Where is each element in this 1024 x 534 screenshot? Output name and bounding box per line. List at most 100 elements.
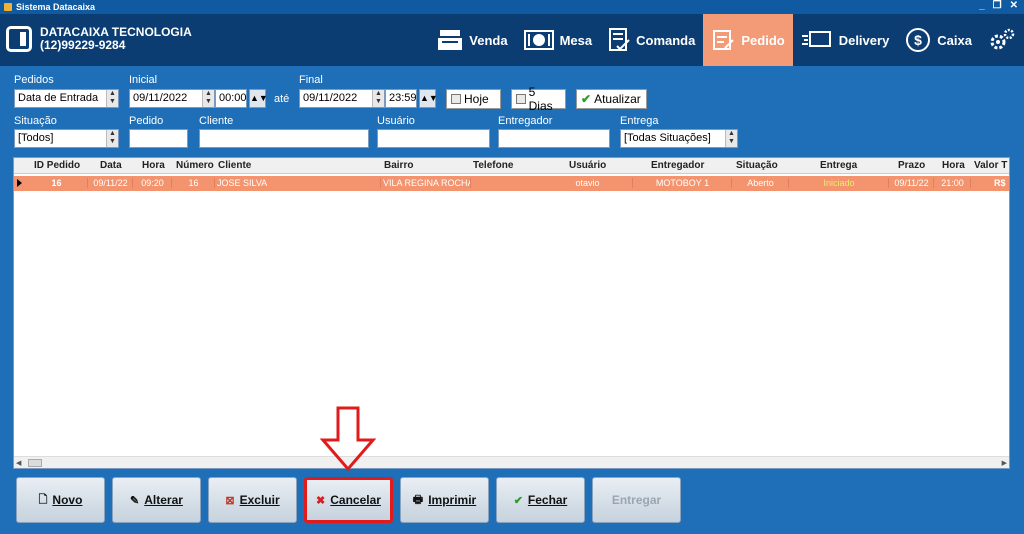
entrega-label: Entrega — [620, 115, 659, 127]
horizontal-scrollbar[interactable]: ◀ ▶ — [14, 456, 1009, 468]
fechar-label: Fechar — [527, 493, 568, 507]
situacao-select[interactable]: [Todos] ▲ ▼ — [14, 129, 119, 148]
cliente-input[interactable] — [199, 129, 369, 148]
table-icon — [523, 30, 554, 50]
nav-delivery[interactable]: Delivery — [793, 14, 898, 66]
novo-button[interactable]: 🗋 Novo — [16, 477, 105, 523]
checklist-icon — [609, 28, 630, 51]
window-title: Sistema Datacaixa — [16, 2, 96, 12]
table-row[interactable]: 16 09/11/22 09:20 16 JOSE SILVA VILA REG… — [14, 176, 1009, 191]
situacao-label: Situação — [14, 115, 57, 127]
nav-comanda-label: Comanda — [636, 32, 696, 48]
brand: DATACAIXA TECNOLOGIA (12)99229-9284 — [6, 26, 192, 52]
pedido-label: Pedido — [129, 115, 164, 127]
final-time-value: 23:59 — [389, 92, 417, 104]
usuario-input[interactable] — [377, 129, 490, 148]
col-telefone[interactable]: Telefone — [473, 160, 513, 171]
hoje-button[interactable]: Hoje — [446, 89, 501, 109]
col-usuario[interactable]: Usuário — [569, 160, 606, 171]
inicial-date-spin-icon: ▲ ▼ — [202, 90, 214, 107]
col-cliente[interactable]: Cliente — [218, 160, 251, 171]
cell-usuario: otavio — [543, 178, 633, 188]
nav-pedido-label: Pedido — [741, 32, 785, 48]
nav-venda[interactable]: Venda — [429, 14, 515, 66]
inicial-time-value: 00:00 — [219, 92, 247, 104]
minimize-button[interactable]: _ — [979, 0, 985, 11]
atualizar-label: Atualizar — [594, 92, 641, 106]
print-icon: 🖶 — [412, 493, 424, 506]
orders-grid[interactable]: ID Pedido Data Hora Número Cliente Bairr… — [13, 157, 1010, 469]
nav-pedido[interactable]: Pedido — [703, 14, 793, 66]
cell-valor: R$ — [994, 178, 1006, 188]
pedidos-label: Pedidos — [14, 74, 54, 86]
final-date-input[interactable]: 09/11/2022 ▲ ▼ — [299, 89, 385, 108]
nav-caixa[interactable]: $ Caixa — [897, 14, 980, 66]
cash-register-icon — [438, 30, 463, 50]
col-data[interactable]: Data — [100, 160, 122, 171]
final-date-value: 09/11/2022 — [303, 92, 358, 104]
col-hora-entrega[interactable]: Hora — [942, 160, 965, 171]
nav-comanda[interactable]: Comanda — [600, 14, 703, 66]
excluir-label: Excluir — [239, 493, 280, 507]
col-entregador[interactable]: Entregador — [651, 160, 704, 171]
atualizar-button[interactable]: ✔ Atualizar — [576, 89, 647, 109]
imprimir-button[interactable]: 🖶 Imprimir — [400, 477, 489, 523]
col-valor[interactable]: Valor T — [974, 160, 1007, 171]
ate-label: até — [274, 93, 290, 105]
new-document-icon: 🗋 — [38, 493, 48, 506]
cancelar-button[interactable]: ✖ Cancelar — [304, 477, 393, 523]
excluir-button[interactable]: ⊠ Excluir — [208, 477, 297, 523]
row-indicator-icon — [17, 179, 22, 187]
col-bairro[interactable]: Bairro — [384, 160, 413, 171]
inicial-time-input[interactable]: 00:00 — [215, 89, 247, 108]
final-time-input[interactable]: 23:59 — [385, 89, 417, 108]
nav-venda-label: Venda — [469, 32, 508, 48]
scroll-right-icon[interactable]: ▶ — [1002, 459, 1007, 467]
situacao-spin-icon: ▲ ▼ — [106, 130, 118, 147]
cinco-dias-button[interactable]: 5 Dias — [511, 85, 566, 113]
col-situacao[interactable]: Situação — [736, 160, 778, 171]
novo-label: Novo — [52, 493, 83, 507]
scroll-left-icon[interactable]: ◀ — [16, 459, 21, 467]
check-icon: ✔ — [513, 494, 523, 507]
col-entrega[interactable]: Entrega — [820, 160, 857, 171]
brand-logo-icon — [6, 26, 32, 52]
col-id-pedido[interactable]: ID Pedido — [34, 160, 80, 171]
app-header: DATACAIXA TECNOLOGIA (12)99229-9284 Vend… — [0, 14, 1024, 66]
cinco-dias-label: 5 Dias — [528, 85, 553, 113]
main-nav: Venda Mesa Comanda Pedido Delivery $ Cai… — [429, 14, 1024, 66]
scrollbar-thumb[interactable] — [28, 459, 42, 467]
cell-hora: 09:20 — [134, 178, 172, 188]
pedidos-spin-icon: ▲ ▼ — [106, 90, 118, 107]
pedido-input[interactable] — [129, 129, 188, 148]
cell-entrega: Iniciado — [790, 178, 889, 188]
col-prazo[interactable]: Prazo — [898, 160, 925, 171]
cell-data: 09/11/22 — [89, 178, 133, 188]
cancel-x-icon: ✖ — [316, 494, 326, 507]
dollar-icon: $ — [906, 28, 931, 52]
inicial-label: Inicial — [129, 74, 158, 86]
nav-mesa[interactable]: Mesa — [516, 14, 601, 66]
maximize-button[interactable]: ❐ — [993, 0, 1002, 11]
nav-settings[interactable] — [980, 14, 1024, 66]
inicial-calendar-icon[interactable]: ▲▼ — [249, 89, 268, 108]
cancelar-label: Cancelar — [330, 493, 381, 507]
fechar-button[interactable]: ✔ Fechar — [496, 477, 585, 523]
entregador-input[interactable] — [498, 129, 610, 148]
final-date-spin-icon: ▲ ▼ — [372, 90, 384, 107]
hoje-label: Hoje — [464, 92, 489, 106]
nav-delivery-label: Delivery — [838, 32, 890, 48]
inicial-date-input[interactable]: 09/11/2022 ▲ ▼ — [129, 89, 215, 108]
usuario-label: Usuário — [377, 115, 415, 127]
pedidos-select[interactable]: Data de Entrada ▲ ▼ — [14, 89, 119, 108]
brand-phone: (12)99229-9284 — [40, 38, 126, 52]
alterar-button[interactable]: ✎ Alterar — [112, 477, 201, 523]
cell-entregador: MOTOBOY 1 — [634, 178, 732, 188]
col-hora[interactable]: Hora — [142, 160, 165, 171]
entrega-select[interactable]: [Todas Situações] ▲ ▼ — [620, 129, 738, 148]
col-numero[interactable]: Número — [176, 160, 214, 171]
inicial-date-value: 09/11/2022 — [133, 92, 188, 104]
final-calendar-icon[interactable]: ▲▼ — [419, 89, 438, 108]
delete-icon: ⊠ — [225, 494, 235, 507]
close-button[interactable]: ✕ — [1010, 0, 1018, 11]
